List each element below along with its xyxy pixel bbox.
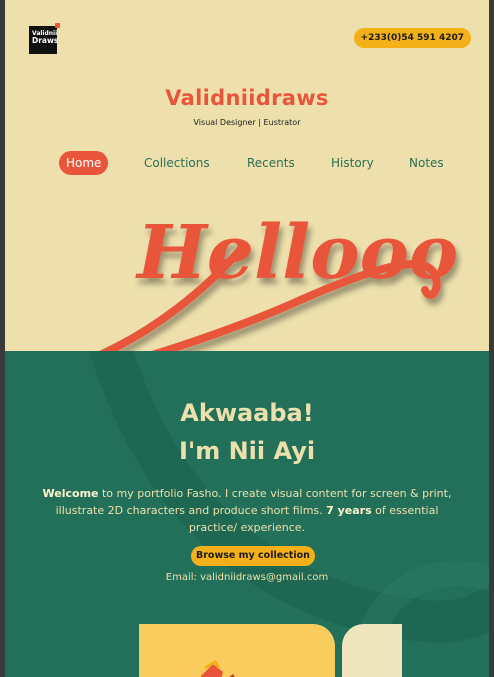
- site-tagline: Visual Designer | Eustrator: [193, 118, 301, 127]
- phone-button[interactable]: +233(0)54 591 4207: [353, 28, 471, 48]
- hellooo-art-text: Hellooo: [135, 210, 458, 296]
- card-illustration: [200, 659, 235, 677]
- nav-notes[interactable]: Notes: [409, 151, 444, 175]
- collection-card[interactable]: [139, 624, 335, 677]
- greeting-line2: I'm Nii Ayi: [178, 437, 316, 465]
- nav-home[interactable]: Home: [59, 151, 109, 175]
- logo-accent: [55, 23, 60, 28]
- intro-paragraph: Welcome to my portfolio Fasho. I create …: [35, 485, 459, 536]
- collection-card-secondary[interactable]: [342, 624, 402, 677]
- nav-recents[interactable]: Recents: [247, 151, 295, 175]
- validnii-logo[interactable]: Validnii Draws: [29, 23, 60, 54]
- browse-collection-button[interactable]: Browse my collection: [191, 546, 315, 566]
- intro-bold-years: 7 years: [326, 504, 372, 517]
- main-nav: Home Collections Recents History Notes: [5, 151, 489, 175]
- intro-section: Akwaaba! I'm Nii Ayi Welcome to my portf…: [5, 351, 489, 677]
- nav-history[interactable]: History: [331, 151, 374, 175]
- email-link[interactable]: Email: validniidraws@gmail.com: [5, 572, 489, 583]
- logo-line2: Draws: [32, 36, 59, 45]
- greeting-line1: Akwaaba!: [180, 399, 314, 427]
- intro-bold-welcome: Welcome: [42, 487, 99, 500]
- page: Validnii Draws +233(0)54 591 4207 Validn…: [5, 0, 489, 677]
- site-title: Validniidraws: [165, 86, 329, 110]
- nav-collections[interactable]: Collections: [144, 151, 210, 175]
